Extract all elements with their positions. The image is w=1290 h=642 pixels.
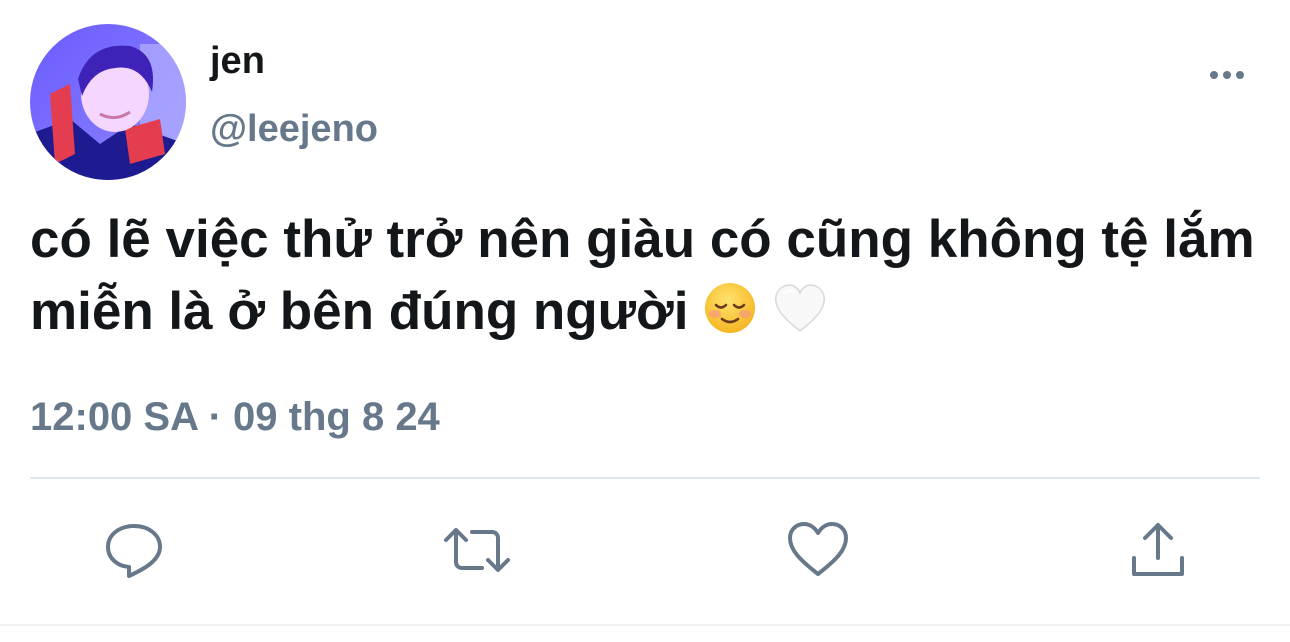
retweet-button[interactable]: [442, 518, 510, 582]
share-button[interactable]: [1126, 518, 1190, 582]
display-name[interactable]: jen: [210, 38, 265, 84]
retweet-icon: [444, 528, 510, 572]
share-icon: [1132, 523, 1184, 576]
tweet-card: jen @leejeno có lẽ việc thử trở nên giàu…: [0, 0, 1290, 642]
tweet-text: có lẽ việc thử trở nên giàu có cũng khôn…: [30, 210, 1255, 341]
relieved-face-emoji: [703, 281, 757, 335]
more-options-icon[interactable]: [1202, 60, 1252, 90]
white-heart-emoji: [772, 281, 828, 335]
bottom-divider: [0, 624, 1290, 626]
tweet-text-container: có lẽ việc thử trở nên giàu có cũng khôn…: [30, 204, 1270, 348]
comment-icon: [106, 524, 162, 578]
user-handle[interactable]: @leejeno: [210, 106, 378, 152]
heart-icon: [788, 522, 848, 576]
like-button[interactable]: [786, 518, 850, 582]
tweet-timestamp[interactable]: 12:00 SA · 09 thg 8 24: [30, 392, 440, 442]
avatar[interactable]: [30, 24, 186, 180]
divider: [30, 477, 1260, 479]
reply-button[interactable]: [102, 518, 166, 582]
